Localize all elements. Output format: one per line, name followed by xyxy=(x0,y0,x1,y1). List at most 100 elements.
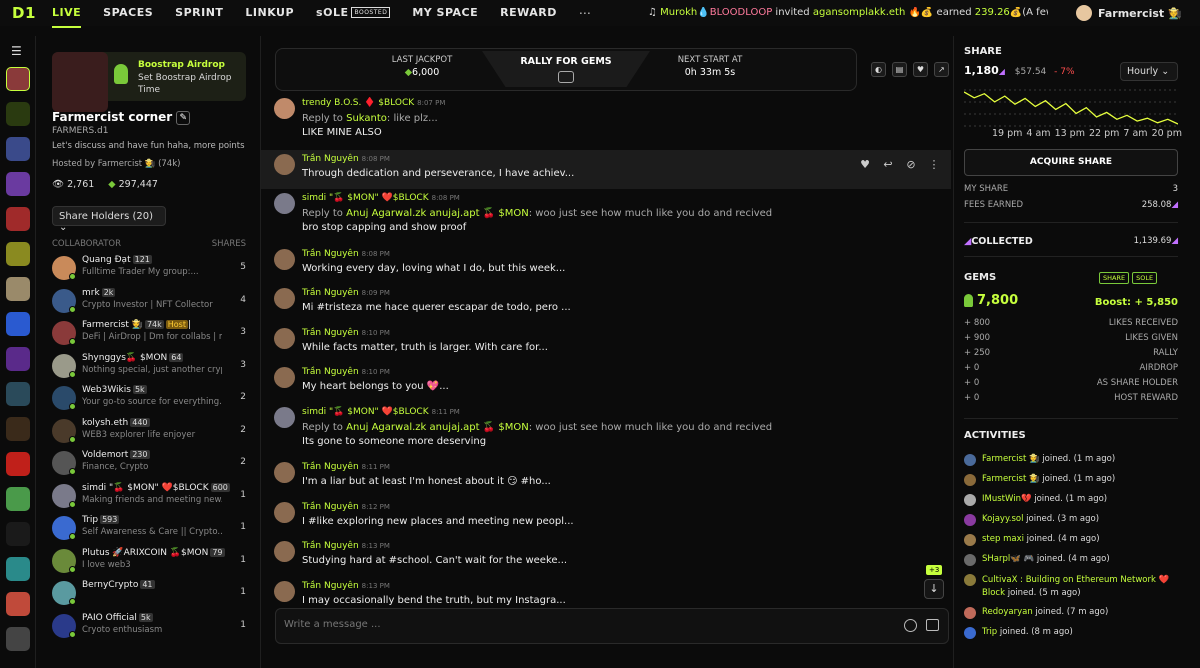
collaborator-row[interactable]: Quang Đạt 121 Fulltime Trader My group:...… xyxy=(52,254,246,287)
message-author[interactable]: Trần Nguyên xyxy=(302,154,359,164)
reply-preview[interactable]: Reply to Anuj Agarwal.zk anujaj.apt 🍒 $M… xyxy=(302,422,772,433)
message[interactable]: Trần Nguyên 8:08 PM Working every day, lov… xyxy=(261,245,951,284)
arrow-down-icon[interactable]: ↓ xyxy=(924,579,944,599)
rail-space[interactable] xyxy=(6,277,30,301)
message[interactable]: Trần Nguyên 8:09 PM Mi #tristeza me hace q… xyxy=(261,284,951,323)
message-author[interactable]: simdi "🍒 $MON" ❤️$BLOCK xyxy=(302,193,429,203)
message-author[interactable]: Trần Nguyên xyxy=(302,367,359,377)
heart-icon[interactable]: ♥ xyxy=(913,62,928,77)
nav-my-space[interactable]: MY SPACE xyxy=(412,6,478,21)
activity-user[interactable]: Trip xyxy=(982,627,997,637)
ticker-target[interactable]: agansomplakk.eth xyxy=(813,7,905,18)
activity-item[interactable]: Redoyaryan joined. (7 m ago) xyxy=(964,605,1184,625)
message[interactable]: Trần Nguyên 8:12 PM I #like exploring new … xyxy=(261,498,951,537)
image-icon[interactable] xyxy=(926,619,939,631)
collaborator-row[interactable]: kolysh.eth 440 WEB3 explorer life enjoyer 2 xyxy=(52,417,246,450)
emoji-icon[interactable] xyxy=(904,619,917,632)
activity-user[interactable]: IMustWin💔 xyxy=(982,494,1032,504)
share-holders-dropdown[interactable]: Share Holders (20) ⌄ xyxy=(52,206,166,233)
message-author[interactable]: simdi "🍒 $MON" ❤️$BLOCK xyxy=(302,407,429,417)
rail-space[interactable] xyxy=(6,242,30,266)
collapse-menu-icon[interactable]: ☰ xyxy=(11,45,25,57)
rail-space[interactable] xyxy=(6,557,30,581)
activity-user[interactable]: SHarpl🦋 🎮 xyxy=(982,554,1034,564)
activity-item[interactable]: SHarpl🦋 🎮 joined. (4 m ago) xyxy=(964,552,1184,572)
activity-item[interactable]: CultivaX : Building on Ethereum Network … xyxy=(964,572,1184,605)
acquire-share-button[interactable]: ACQUIRE SHARE xyxy=(964,149,1178,176)
collaborator-row[interactable]: Trip 593 Self Awareness & Care || Crypto..… xyxy=(52,514,246,547)
nav-live[interactable]: LIVE xyxy=(52,6,82,28)
message[interactable]: simdi "🍒 $MON" ❤️$BLOCK 8:08 PM Reply to A… xyxy=(261,189,951,244)
rail-space-d1[interactable] xyxy=(6,102,30,126)
activity-item[interactable]: IMustWin💔 joined. (1 m ago) xyxy=(964,492,1184,512)
rail-space[interactable] xyxy=(6,207,30,231)
rail-space[interactable] xyxy=(6,592,30,616)
activity-user[interactable]: Kojayy.sol xyxy=(982,514,1023,524)
rail-space[interactable] xyxy=(6,172,30,196)
message-author[interactable]: Trần Nguyên xyxy=(302,581,359,591)
collaborator-row[interactable]: simdi "🍒 $MON" ❤️$BLOCK 600 Making friends… xyxy=(52,482,246,515)
message-author[interactable]: Trần Nguyên xyxy=(302,328,359,338)
collaborator-row[interactable]: Shynggys🍒 $MON 64 Nothing special, just an… xyxy=(52,352,246,385)
message[interactable]: trendy B.O.S. ♦️ $BLOCK 8:07 PM Reply to S… xyxy=(261,94,951,149)
nav-sole[interactable]: sOLE Boosted xyxy=(316,6,391,21)
more-icon[interactable]: ⋯ xyxy=(579,6,592,20)
nav-spaces[interactable]: SPACES xyxy=(103,6,153,21)
message-author[interactable]: trendy B.O.S. ♦️ $BLOCK xyxy=(302,98,414,108)
collaborator-row[interactable]: Farmercist 🧑‍🌾 74k Host | DeFi | AirDrop | D… xyxy=(52,319,246,352)
current-user[interactable]: Farmercist 🧑‍🌾 xyxy=(1076,5,1182,21)
message[interactable]: Trần Nguyên 8:11 PM I'm a liar but at leas… xyxy=(261,458,951,497)
message-author[interactable]: Trần Nguyên xyxy=(302,288,359,298)
collaborator-row[interactable]: PAIO Official 5k Cryoto enthusiasm 1 xyxy=(52,612,246,645)
activity-user[interactable]: Farmercist 🧑‍🌾 xyxy=(982,454,1040,464)
activity-item[interactable]: Farmercist 🧑‍🌾 joined. (1 m ago) xyxy=(964,452,1184,472)
message-input[interactable] xyxy=(284,619,844,630)
activity-user[interactable]: Farmercist 🧑‍🌾 xyxy=(982,474,1040,484)
activity-item[interactable]: step maxi joined. (4 m ago) xyxy=(964,532,1184,552)
rail-space[interactable] xyxy=(6,522,30,546)
rail-space[interactable] xyxy=(6,137,30,161)
rail-space[interactable] xyxy=(6,452,30,476)
collaborator-row[interactable]: Plutus 🚀ARIXCOIN 🍒$MON 79 I love web3 1 xyxy=(52,547,246,580)
rail-space[interactable] xyxy=(6,487,30,511)
rail-space-farmercist[interactable] xyxy=(6,67,30,91)
rail-space[interactable] xyxy=(6,627,30,651)
pin-icon[interactable]: ◐ xyxy=(871,62,886,77)
message[interactable]: Trần Nguyên 8:08 PM Through dedication and… xyxy=(261,149,951,189)
ticker-actor[interactable]: Murokh xyxy=(660,7,697,18)
app-logo[interactable]: D1 xyxy=(12,4,52,22)
block-icon[interactable]: ⊘ xyxy=(902,156,920,174)
rail-space[interactable] xyxy=(6,347,30,371)
message-author[interactable]: Trần Nguyên xyxy=(302,462,359,472)
activity-user[interactable]: Redoyaryan xyxy=(982,607,1033,617)
activity-item[interactable]: Kojayy.sol joined. (3 m ago) xyxy=(964,512,1184,532)
collaborator-row[interactable]: Voldemort 230 Finance, Crypto 2 xyxy=(52,449,246,482)
rail-space[interactable] xyxy=(6,417,30,441)
reply-preview[interactable]: Reply to Sukanto: like plz... xyxy=(302,113,438,124)
media-icon[interactable]: ▤ xyxy=(892,62,907,77)
rail-space[interactable] xyxy=(6,312,30,336)
activity-item[interactable]: Trip joined. (8 m ago) xyxy=(964,625,1184,645)
message-author[interactable]: Trần Nguyên xyxy=(302,249,359,259)
message-author[interactable]: Trần Nguyên xyxy=(302,502,359,512)
message[interactable]: simdi "🍒 $MON" ❤️$BLOCK 8:11 PM Reply to A… xyxy=(261,403,951,458)
activity-user[interactable]: step maxi xyxy=(982,534,1024,544)
nav-reward[interactable]: REWARD xyxy=(500,6,557,21)
more-vertical-icon[interactable]: ⋮ xyxy=(925,156,943,174)
nav-linkup[interactable]: LINKUP xyxy=(245,6,294,21)
reply-icon[interactable]: ↩ xyxy=(879,156,897,174)
message[interactable]: Trần Nguyên 8:10 PM My heart belongs to yo… xyxy=(261,363,951,402)
nav-sprint[interactable]: SPRINT xyxy=(175,6,223,21)
edit-icon[interactable]: ✎ xyxy=(176,110,191,125)
collaborator-row[interactable]: mrk 2k Crypto Investor | NFT Collector 4 xyxy=(52,287,246,320)
interval-select[interactable]: Hourly ⌄ xyxy=(1120,62,1178,81)
message[interactable]: Trần Nguyên 8:10 PM While facts matter, tr… xyxy=(261,324,951,363)
rail-space[interactable] xyxy=(6,382,30,406)
heart-icon[interactable]: ♥ xyxy=(856,156,874,174)
message-author[interactable]: Trần Nguyên xyxy=(302,541,359,551)
activity-item[interactable]: Farmercist 🧑‍🌾 joined. (1 m ago) xyxy=(964,472,1184,492)
external-link-icon[interactable]: ↗ xyxy=(934,62,949,77)
collaborator-row[interactable]: Web3Wikis 5k Your go-to source for everyth… xyxy=(52,384,246,417)
collaborator-row[interactable]: BernyCrypto 41 1 xyxy=(52,579,246,612)
message[interactable]: Trần Nguyên 8:13 PM Studying hard at #scho… xyxy=(261,537,951,576)
